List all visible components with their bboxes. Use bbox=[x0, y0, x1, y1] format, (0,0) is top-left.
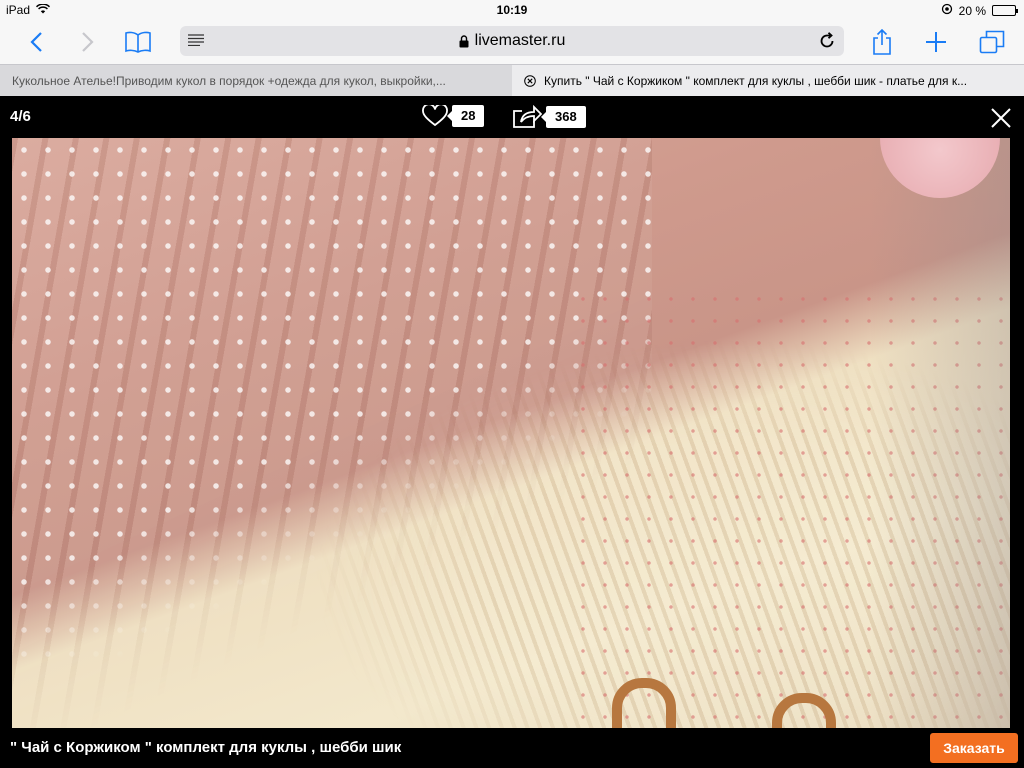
chevron-right-icon bbox=[82, 32, 94, 52]
product-title: " Чай с Коржиком " комплект для куклы , … bbox=[10, 739, 402, 756]
clock: 10:19 bbox=[496, 3, 528, 17]
lock-icon bbox=[459, 34, 469, 47]
likes-count: 28 bbox=[446, 105, 485, 127]
tab-doll-atelier[interactable]: Кукольное Ателье!Приводим кукол в порядо… bbox=[0, 65, 512, 96]
close-icon[interactable] bbox=[990, 107, 1012, 129]
new-tab-button[interactable] bbox=[920, 26, 952, 58]
url-text: livemaster.ru bbox=[474, 32, 566, 49]
tab-product[interactable]: Купить " Чай с Коржиком " комплект для к… bbox=[512, 65, 1024, 96]
browser-toolbar: livemaster.ru bbox=[0, 20, 1024, 64]
tab-strip: Кукольное Ателье!Приводим кукол в порядо… bbox=[0, 64, 1024, 96]
address-bar[interactable]: livemaster.ru bbox=[180, 26, 844, 56]
bookmarks-button[interactable] bbox=[122, 26, 154, 58]
image-counter: 4/6 bbox=[10, 108, 31, 125]
url-display: livemaster.ru bbox=[459, 32, 566, 50]
forward-button[interactable] bbox=[72, 26, 104, 58]
book-icon bbox=[125, 31, 151, 53]
reload-icon[interactable] bbox=[818, 32, 836, 50]
order-button[interactable]: Заказать bbox=[930, 733, 1018, 763]
tab-title: Купить " Чай с Коржиком " комплект для к… bbox=[544, 73, 968, 88]
share-icon bbox=[873, 29, 891, 55]
product-bar: " Чай с Коржиком " комплект для куклы , … bbox=[0, 728, 1024, 768]
chevron-left-icon bbox=[30, 32, 42, 52]
tabs-icon bbox=[979, 30, 1005, 54]
close-tab-icon[interactable] bbox=[524, 74, 536, 87]
reader-icon[interactable] bbox=[188, 34, 204, 46]
status-right: 20 % bbox=[941, 3, 1018, 18]
rotation-lock-icon bbox=[941, 3, 953, 18]
product-photo[interactable] bbox=[12, 138, 1010, 728]
tab-title: Кукольное Ателье!Приводим кукол в порядо… bbox=[12, 73, 446, 88]
like-group[interactable]: 28 bbox=[422, 105, 485, 127]
shares-count: 368 bbox=[541, 106, 586, 128]
share-group[interactable]: 368 bbox=[512, 105, 586, 129]
share-arrow-icon[interactable] bbox=[512, 105, 542, 129]
plus-icon bbox=[926, 32, 946, 52]
back-button[interactable] bbox=[20, 26, 52, 58]
heart-icon[interactable] bbox=[422, 105, 448, 127]
gallery-header: 4/6 28 368 bbox=[0, 96, 1024, 138]
tabs-button[interactable] bbox=[976, 26, 1008, 58]
status-bar: iPad 10:19 20 % bbox=[0, 0, 1024, 20]
battery-percent: 20 % bbox=[958, 3, 986, 18]
battery-icon bbox=[992, 5, 1018, 16]
doll-shoe bbox=[612, 678, 676, 728]
share-button[interactable] bbox=[866, 26, 898, 58]
wood-background bbox=[870, 138, 1010, 728]
